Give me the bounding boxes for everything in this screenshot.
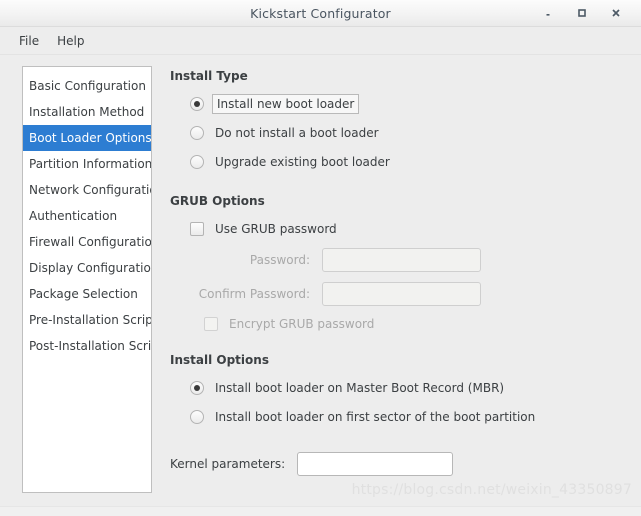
checkbox-use-grub-password[interactable]: [190, 221, 204, 236]
window-title: Kickstart Configurator: [250, 5, 391, 21]
content-area: Basic Configuration Installation Method …: [0, 55, 641, 516]
radio-row-upgrade-existing-boot-loader[interactable]: Upgrade existing boot loader: [170, 147, 641, 176]
sidebar-item-basic-configuration[interactable]: Basic Configuration: [23, 73, 151, 99]
sidebar-item-network-configuration[interactable]: Network Configuration: [23, 177, 151, 203]
checkbox-encrypt-grub-password[interactable]: [204, 317, 218, 331]
radio-row-install-mbr[interactable]: Install boot loader on Master Boot Recor…: [170, 373, 641, 402]
field-row-password: Password:: [170, 243, 641, 277]
sidebar-item-package-selection[interactable]: Package Selection: [23, 281, 151, 307]
section-install-type: Install Type Install new boot loader Do …: [170, 69, 641, 176]
password-label: Password:: [249, 253, 310, 267]
sidebar-item-pre-installation-script[interactable]: Pre-Installation Script: [23, 307, 151, 333]
minimize-icon: [543, 8, 553, 18]
checkbox-label-encrypt-grub-password: Encrypt GRUB password: [229, 317, 375, 331]
install-type-heading: Install Type: [170, 69, 248, 83]
title-bar: Kickstart Configurator: [0, 0, 641, 27]
kernel-parameters-label: Kernel parameters:: [170, 457, 286, 471]
close-button[interactable]: [599, 1, 633, 25]
radio-install-new-boot-loader[interactable]: [190, 96, 204, 111]
checkbox-label-use-grub-password[interactable]: Use GRUB password: [215, 222, 337, 236]
bottom-strip: [0, 506, 641, 516]
field-row-kernel-parameters: Kernel parameters:: [170, 452, 641, 476]
radio-label-install-mbr[interactable]: Install boot loader on Master Boot Recor…: [215, 381, 504, 395]
radio-label-do-not-install-boot-loader[interactable]: Do not install a boot loader: [215, 126, 379, 140]
sidebar-item-partition-information[interactable]: Partition Information: [23, 151, 151, 177]
grub-options-heading: GRUB Options: [170, 194, 265, 208]
maximize-button[interactable]: [565, 1, 599, 25]
application-window: Kickstart Configurator File Help Basic C…: [0, 0, 641, 516]
password-input[interactable]: [322, 248, 481, 272]
menu-item-help[interactable]: Help: [48, 31, 93, 51]
radio-label-install-first-sector[interactable]: Install boot loader on first sector of t…: [215, 410, 535, 424]
minimize-button[interactable]: [531, 1, 565, 25]
sidebar-item-authentication[interactable]: Authentication: [23, 203, 151, 229]
checkbox-row-encrypt-grub-password[interactable]: Encrypt GRUB password: [170, 311, 641, 337]
radio-row-install-first-sector[interactable]: Install boot loader on first sector of t…: [170, 402, 641, 431]
install-options-heading: Install Options: [170, 353, 269, 367]
radio-label-install-new-boot-loader[interactable]: Install new boot loader: [212, 93, 360, 114]
confirm-password-input[interactable]: [322, 282, 481, 306]
confirm-password-label: Confirm Password:: [198, 287, 310, 301]
sidebar-nav-list[interactable]: Basic Configuration Installation Method …: [22, 66, 152, 493]
sidebar-item-installation-method[interactable]: Installation Method: [23, 99, 151, 125]
section-install-options: Install Options Install boot loader on M…: [170, 353, 641, 476]
field-row-confirm-password: Confirm Password:: [170, 277, 641, 311]
menu-bar: File Help: [0, 27, 641, 55]
radio-install-first-sector[interactable]: [190, 409, 204, 424]
radio-upgrade-existing-boot-loader[interactable]: [190, 154, 204, 169]
main-panel: Install Type Install new boot loader Do …: [152, 66, 641, 516]
radio-row-do-not-install-boot-loader[interactable]: Do not install a boot loader: [170, 118, 641, 147]
radio-do-not-install-boot-loader[interactable]: [190, 125, 204, 140]
sidebar-item-post-installation-script[interactable]: Post-Installation Script: [23, 333, 151, 359]
maximize-icon: [577, 8, 587, 18]
sidebar-item-firewall-configuration[interactable]: Firewall Configuration: [23, 229, 151, 255]
radio-install-mbr[interactable]: [190, 380, 204, 395]
sidebar-item-boot-loader-options[interactable]: Boot Loader Options: [23, 125, 151, 151]
radio-label-upgrade-existing-boot-loader[interactable]: Upgrade existing boot loader: [215, 155, 390, 169]
sidebar-item-display-configuration[interactable]: Display Configuration: [23, 255, 151, 281]
menu-item-file[interactable]: File: [10, 31, 48, 51]
window-controls: [531, 0, 633, 26]
checkbox-row-use-grub-password[interactable]: Use GRUB password: [170, 214, 641, 243]
close-icon: [611, 8, 621, 18]
radio-row-install-new-boot-loader[interactable]: Install new boot loader: [170, 89, 641, 118]
section-grub-options: GRUB Options Use GRUB password Password:…: [170, 194, 641, 337]
kernel-parameters-input[interactable]: [297, 452, 454, 476]
